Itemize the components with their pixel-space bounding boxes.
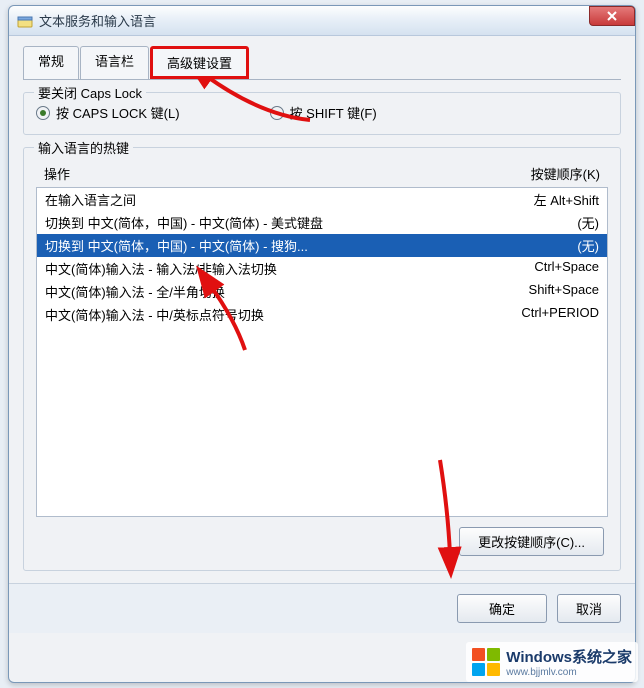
radio-shift[interactable]: 按 SHIFT 键(F) — [270, 103, 377, 122]
list-item[interactable]: 切换到 中文(简体，中国) - 中文(简体) - 美式键盘 (无) — [37, 211, 607, 234]
cancel-button[interactable]: 取消 — [557, 594, 621, 623]
dialog-button-row: 确定 取消 — [9, 583, 635, 633]
tab-advanced-keys[interactable]: 高级键设置 — [150, 46, 249, 79]
radio-capslock-label: 按 CAPS LOCK 键(L) — [56, 103, 180, 122]
watermark-logo-icon — [472, 648, 500, 676]
col-keys: 按键顺序(K) — [531, 164, 600, 183]
dialog-window: 文本服务和输入语言 常规 语言栏 高级键设置 要关闭 Caps Lock 按 C… — [8, 5, 636, 683]
list-item[interactable]: 在输入语言之间 左 Alt+Shift — [37, 188, 607, 211]
list-item[interactable]: 中文(简体)输入法 - 输入法/非输入法切换 Ctrl+Space — [37, 257, 607, 280]
radio-capslock[interactable]: 按 CAPS LOCK 键(L) — [36, 103, 180, 122]
capslock-legend: 要关闭 Caps Lock — [34, 83, 146, 102]
radio-shift-label: 按 SHIFT 键(F) — [290, 103, 377, 122]
tab-general[interactable]: 常规 — [23, 46, 79, 79]
tab-strip: 常规 语言栏 高级键设置 — [23, 46, 621, 80]
list-item[interactable]: 中文(简体)输入法 - 中/英标点符号切换 Ctrl+PERIOD — [37, 303, 607, 326]
ok-button[interactable]: 确定 — [457, 594, 547, 623]
capslock-group: 要关闭 Caps Lock 按 CAPS LOCK 键(L) 按 SHIFT 键… — [23, 92, 621, 135]
col-action: 操作 — [44, 164, 70, 183]
change-key-sequence-button[interactable]: 更改按键顺序(C)... — [459, 527, 604, 556]
dialog-content: 常规 语言栏 高级键设置 要关闭 Caps Lock 按 CAPS LOCK 键… — [9, 36, 635, 571]
list-item[interactable]: 中文(简体)输入法 - 全/半角切换 Shift+Space — [37, 280, 607, 303]
close-icon — [606, 10, 618, 22]
watermark-text: Windows系统之家 www.bjjmlv.com — [506, 646, 632, 678]
watermark: Windows系统之家 www.bjjmlv.com — [466, 642, 638, 682]
app-icon — [17, 13, 33, 29]
radio-icon — [270, 106, 284, 120]
tab-language-bar[interactable]: 语言栏 — [80, 46, 149, 79]
hotkeys-group: 输入语言的热键 操作 按键顺序(K) 在输入语言之间 左 Alt+Shift 切… — [23, 147, 621, 571]
window-title: 文本服务和输入语言 — [39, 11, 156, 30]
list-item-selected[interactable]: 切换到 中文(简体，中国) - 中文(简体) - 搜狗... (无) — [37, 234, 607, 257]
hotkeys-legend: 输入语言的热键 — [34, 138, 133, 157]
hotkey-list[interactable]: 在输入语言之间 左 Alt+Shift 切换到 中文(简体，中国) - 中文(简… — [36, 187, 608, 517]
hotkey-list-header: 操作 按键顺序(K) — [36, 162, 608, 185]
close-button[interactable] — [589, 6, 635, 26]
title-bar: 文本服务和输入语言 — [9, 6, 635, 36]
radio-icon — [36, 106, 50, 120]
